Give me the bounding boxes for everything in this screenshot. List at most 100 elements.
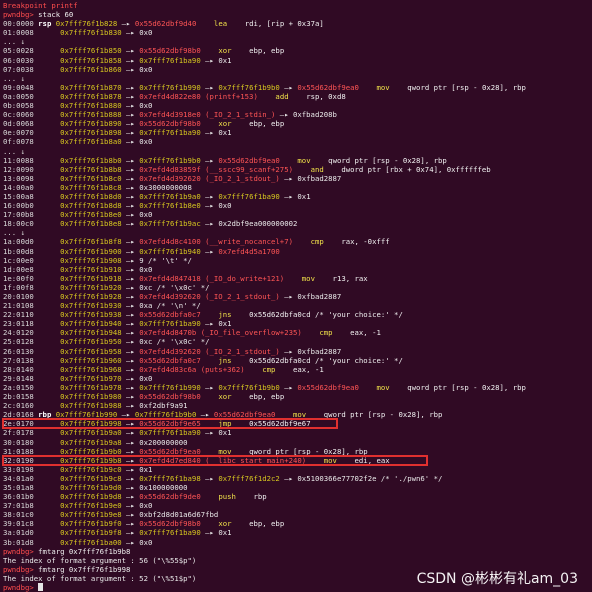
stack-address: 0x7fff76f1b970 — [60, 373, 122, 383]
register-gap — [34, 492, 60, 501]
register-gap — [34, 219, 60, 228]
stack-row: 33:0198 0x7fff76f1b9c0 —▸ 0x1 — [3, 464, 153, 474]
stack-offset: 15:00a8 — [3, 191, 34, 201]
stack-row: 0e:0070 0x7fff76f1b898 —▸ 0x7fff76f1ba90… — [3, 128, 232, 138]
stack-row: 15:00a8 0x7fff76f1b8d0 —▸ 0x7fff76f1b9a0… — [3, 191, 311, 201]
stack-value: 0x200000000 — [139, 437, 188, 447]
stack-value: 0x55d62dbfa0c7 — [139, 310, 201, 320]
register-gap — [34, 428, 60, 437]
stack-value: 0x7fff76f1b8e0 — [139, 201, 201, 211]
stack-value: 0x0 — [139, 264, 153, 274]
stack-row: 37:01b8 0x7fff76f1b9e0 —▸ 0x0 — [3, 501, 153, 511]
register-gap — [34, 483, 60, 492]
stack-value: 0x55d62dbfa0cd /* 'your choice:' */ — [249, 310, 403, 320]
stack-offset: 0b:0058 — [3, 101, 34, 111]
register-gap — [34, 237, 60, 246]
stack-value: 0x7fff76f1b940 — [139, 246, 201, 256]
stack-ellipsis: ... ↓ — [3, 37, 25, 47]
stack-offset: 23:0118 — [3, 319, 34, 329]
register-gap — [34, 210, 60, 219]
stack-value: 0x7fff76f1b9b0 — [218, 82, 280, 92]
stack-value: 0x55d62dbfa0cd /* 'your choice:' */ — [249, 355, 403, 365]
stack-value: jns — [218, 355, 232, 365]
stack-value: cmp — [319, 328, 333, 338]
stack-value: 0x55d62dbf98b0 — [139, 46, 201, 56]
stack-address: 0x7fff76f1b910 — [60, 264, 122, 274]
stack-offset: 01:0008 — [3, 28, 34, 38]
stack-value: 0x100000000 — [139, 482, 188, 492]
command-line-fmtarg-1[interactable]: pwndbg> fmtarg 0x7fff76f1b9b8 — [3, 547, 591, 556]
stack-offset: 2f:0178 — [3, 428, 34, 438]
stack-row: 17:00b8 0x7fff76f1b8e0 —▸ 0x0 — [3, 210, 153, 220]
stack-value: 0xbf2d8d01a6d67fbd — [139, 510, 219, 520]
stack-value: mov — [376, 382, 390, 392]
stack-offset: 39:01c8 — [3, 519, 34, 529]
register-gap — [34, 310, 60, 319]
stack-value: 0x0 — [139, 501, 153, 511]
stack-value: 0x7efd4d83c6a (puts+362) — [139, 364, 245, 374]
stack-value: 0x55d62dbfa0c7 — [139, 355, 201, 365]
stack-offset: 12:0090 — [3, 164, 34, 174]
breakpoint-header: Breakpoint printf — [3, 1, 78, 10]
stack-offset: 36:01b0 — [3, 492, 34, 502]
stack-value: dword ptr [rbx + 0x74], 0xffffffeb — [341, 164, 491, 174]
register-gap — [34, 301, 60, 310]
stack-value: 9 /* '\t' */ — [139, 255, 192, 265]
register-gap — [34, 201, 60, 210]
stack-value: r13, rax — [332, 273, 368, 283]
stack-row: 1e:00f0 0x7fff76f1b918 —▸ 0x7efd4d847418… — [3, 273, 368, 283]
stack-offset: 24:0120 — [3, 328, 34, 338]
register-gap — [34, 474, 60, 483]
stack-value: 0x3000000008 — [139, 182, 192, 192]
stack-value: 0x7efd4d3918e0 (_IO_2_1_stdin_) — [139, 110, 276, 120]
stack-row: 07:0038 0x7fff76f1b860 —▸ 0x0 — [3, 64, 153, 74]
stack-row: 3a:01d0 0x7fff76f1b9f8 —▸ 0x7fff76f1ba90… — [3, 528, 232, 538]
stack-value: 0x7fff76f1b9ac — [139, 219, 201, 229]
stack-row: 25:0128 0x7fff76f1b950 —▸ 0xc /* '\x0c' … — [3, 337, 210, 347]
stack-value: 0xfbad2887 — [297, 173, 342, 183]
register-gap — [34, 438, 60, 447]
register-gap — [34, 110, 60, 119]
stack-row: ... ↓ — [3, 37, 591, 46]
stack-value: 0x7fff76f1ba90 — [139, 128, 201, 138]
stack-row: 27:0138 0x7fff76f1b960 —▸ 0x55d62dbfa0c7… — [3, 355, 403, 365]
stack-address: 0x7fff76f1b828 — [55, 19, 118, 29]
stack-row: 0f:0078 0x7fff76f1b8a0 —▸ 0x0 — [3, 137, 153, 147]
register-gap — [34, 347, 60, 356]
stack-address: 0x7fff76f1b8b0 — [60, 155, 122, 165]
stack-address: 0x7fff76f1b9f0 — [60, 519, 122, 529]
register-gap — [34, 283, 60, 292]
stack-row: 21:0108 0x7fff76f1b930 —▸ 0xa /* '\n' */ — [3, 301, 201, 311]
register-gap — [34, 374, 60, 383]
register-gap — [34, 165, 60, 174]
stack-address: 0x7fff76f1b9c0 — [60, 464, 122, 474]
stack-value: 0xc /* '\x0c' */ — [139, 337, 210, 347]
stack-value: qword ptr [rsp - 0x28], rbp — [323, 410, 443, 420]
stack-row: 1c:00e0 0x7fff76f1b908 —▸ 9 /* '\t' */ — [3, 255, 192, 265]
register-gap — [34, 174, 60, 183]
stack-value: eax, -1 — [350, 328, 381, 338]
stack-address: 0x7fff76f1b860 — [60, 64, 122, 74]
stack-row: 00:0000 rsp 0x7fff76f1b828 —▸ 0x55d62dbf… — [3, 19, 324, 29]
stack-address: 0x7fff76f1b908 — [60, 255, 122, 265]
stack-address: 0x7fff76f1b988 — [60, 401, 122, 411]
fmtarg-output-1: The index of format argument : 56 ("\%55… — [3, 555, 197, 565]
stack-address: 0x7fff76f1b878 — [60, 91, 122, 101]
stack-address: 0x7fff76f1b9a0 — [60, 428, 122, 438]
register-gap — [34, 256, 60, 265]
stack-value: rax, -0xfff — [341, 237, 390, 247]
register-gap — [34, 319, 60, 328]
register-gap — [34, 365, 60, 374]
command-line-stack[interactable]: pwndbg> stack 60 — [3, 10, 591, 19]
stack-offset: 26:0130 — [3, 346, 34, 356]
stack-offset: 30:0180 — [3, 437, 34, 447]
stack-value: 0x1 — [218, 319, 232, 329]
stack-value: 0xfbad2887 — [297, 346, 342, 356]
stack-offset: 0c:0060 — [3, 110, 34, 120]
stack-offset: 0f:0078 — [3, 137, 34, 147]
stack-offset: 2a:0150 — [3, 382, 34, 392]
stack-ellipsis: ... ↓ — [3, 228, 25, 238]
stack-address: 0x7fff76f1b8c8 — [60, 182, 122, 192]
stack-value: 0x7fff76f1ba90 — [139, 428, 201, 438]
stack-value: 0x1 — [297, 191, 311, 201]
